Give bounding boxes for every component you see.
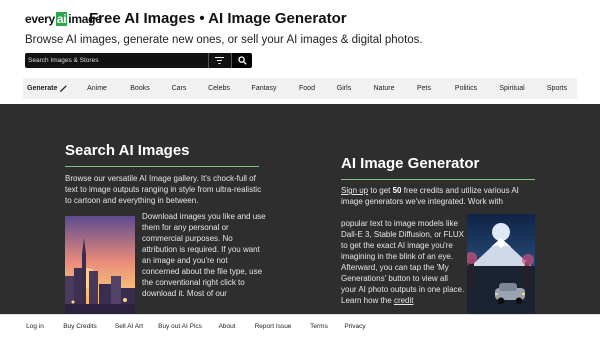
nav-item-anime[interactable]: Anime [87,78,107,99]
nav-item-celebs[interactable]: Celebs [208,78,230,99]
nav-item-girls[interactable]: Girls [337,78,351,99]
generator-section-title: AI Image Generator [341,155,480,172]
nav-item-nature[interactable]: Nature [373,78,394,99]
footer-report-issue-link[interactable]: Report Issue [255,315,292,338]
logo-text-every: every [25,12,55,26]
nav-item-cars[interactable]: Cars [172,78,187,99]
pen-icon [60,84,68,92]
nav-item-food[interactable]: Food [299,78,315,99]
search-button[interactable] [231,53,252,68]
title-underline [65,166,259,167]
category-nav: Generate Anime Books Cars Celebs Fantasy… [23,78,577,99]
footer-about-link[interactable]: About [219,315,236,338]
generator-description: popular text to image models like Dall-E… [341,218,465,306]
nav-item-fantasy[interactable]: Fantasy [252,78,277,99]
generator-intro: Sign up to get 50 free credits and utili… [341,185,541,207]
nav-item-books[interactable]: Books [130,78,149,99]
page-title: Free AI Images • AI Image Generator [89,10,347,27]
title-underline [341,179,535,180]
sign-up-link[interactable]: Sign up [341,186,368,195]
search-section-title: Search AI Images [65,142,190,159]
filter-icon [214,57,224,64]
free-credits-count: 50 [392,186,402,195]
filter-button[interactable] [208,53,229,68]
credit-link[interactable]: credit [394,296,414,305]
search-description: Browse our versatile AI Image gallery. I… [65,174,262,205]
header: every ai image Free AI Images • AI Image G… [0,0,600,104]
intro-section: Search AI Images Browse our versatile AI… [0,104,600,314]
footer-login-link[interactable]: Log in [26,315,44,338]
nav-item-politics[interactable]: Politics [455,78,477,99]
nav-generate[interactable]: Generate [27,78,68,99]
footer-terms-link[interactable]: Terms [310,315,328,338]
tagline: Browse AI images, generate new ones, or … [25,34,423,46]
footer-buy-out-ai-pics-link[interactable]: Buy out AI Pics [158,315,202,338]
search-input[interactable] [25,53,208,68]
search-icon [237,56,247,65]
nav-item-sports[interactable]: Sports [547,78,567,99]
intro-text-a: to get [368,186,393,195]
footer: Log in Buy Credits Sell AI Art Buy out A… [0,314,600,338]
models-text: popular text to image models like Dall-E… [341,219,465,305]
footer-privacy-link[interactable]: Privacy [344,315,365,338]
download-description: Download images you like and use them fo… [142,212,266,298]
footer-buy-credits-link[interactable]: Buy Credits [63,315,97,338]
footer-sell-ai-art-link[interactable]: Sell AI Art [115,315,143,338]
search-bar [25,53,252,68]
logo-text-ai: ai [55,12,68,26]
mountain-car-image [467,214,535,314]
nav-item-pets[interactable]: Pets [417,78,431,99]
nav-item-spiritual[interactable]: Spiritual [499,78,524,99]
nav-generate-label: Generate [27,85,58,92]
city-sunset-image [65,216,135,314]
